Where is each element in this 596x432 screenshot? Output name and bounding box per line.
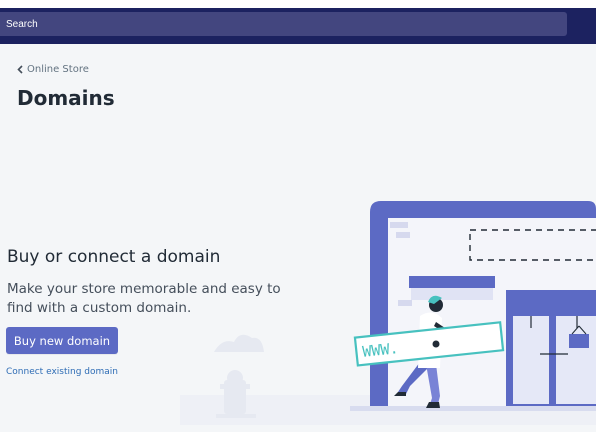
- search-input[interactable]: [0, 12, 567, 36]
- chevron-left-icon: [17, 65, 23, 74]
- breadcrumb[interactable]: Online Store: [17, 64, 89, 75]
- buy-new-domain-button[interactable]: Buy new domain: [6, 327, 118, 354]
- top-bar-inner: [0, 8, 596, 44]
- page-title: Domains: [17, 86, 115, 110]
- cloud-illustration: [214, 334, 264, 352]
- breadcrumb-label: Online Store: [27, 64, 89, 75]
- www-sign-text: WWW.: [362, 339, 400, 361]
- hero-description: Make your store memorable and easy to fi…: [7, 281, 281, 316]
- hero-heading: Buy or connect a domain: [7, 247, 221, 267]
- search-box[interactable]: [0, 12, 567, 36]
- top-bar: [0, 0, 596, 44]
- connect-existing-domain-link[interactable]: Connect existing domain: [6, 367, 118, 377]
